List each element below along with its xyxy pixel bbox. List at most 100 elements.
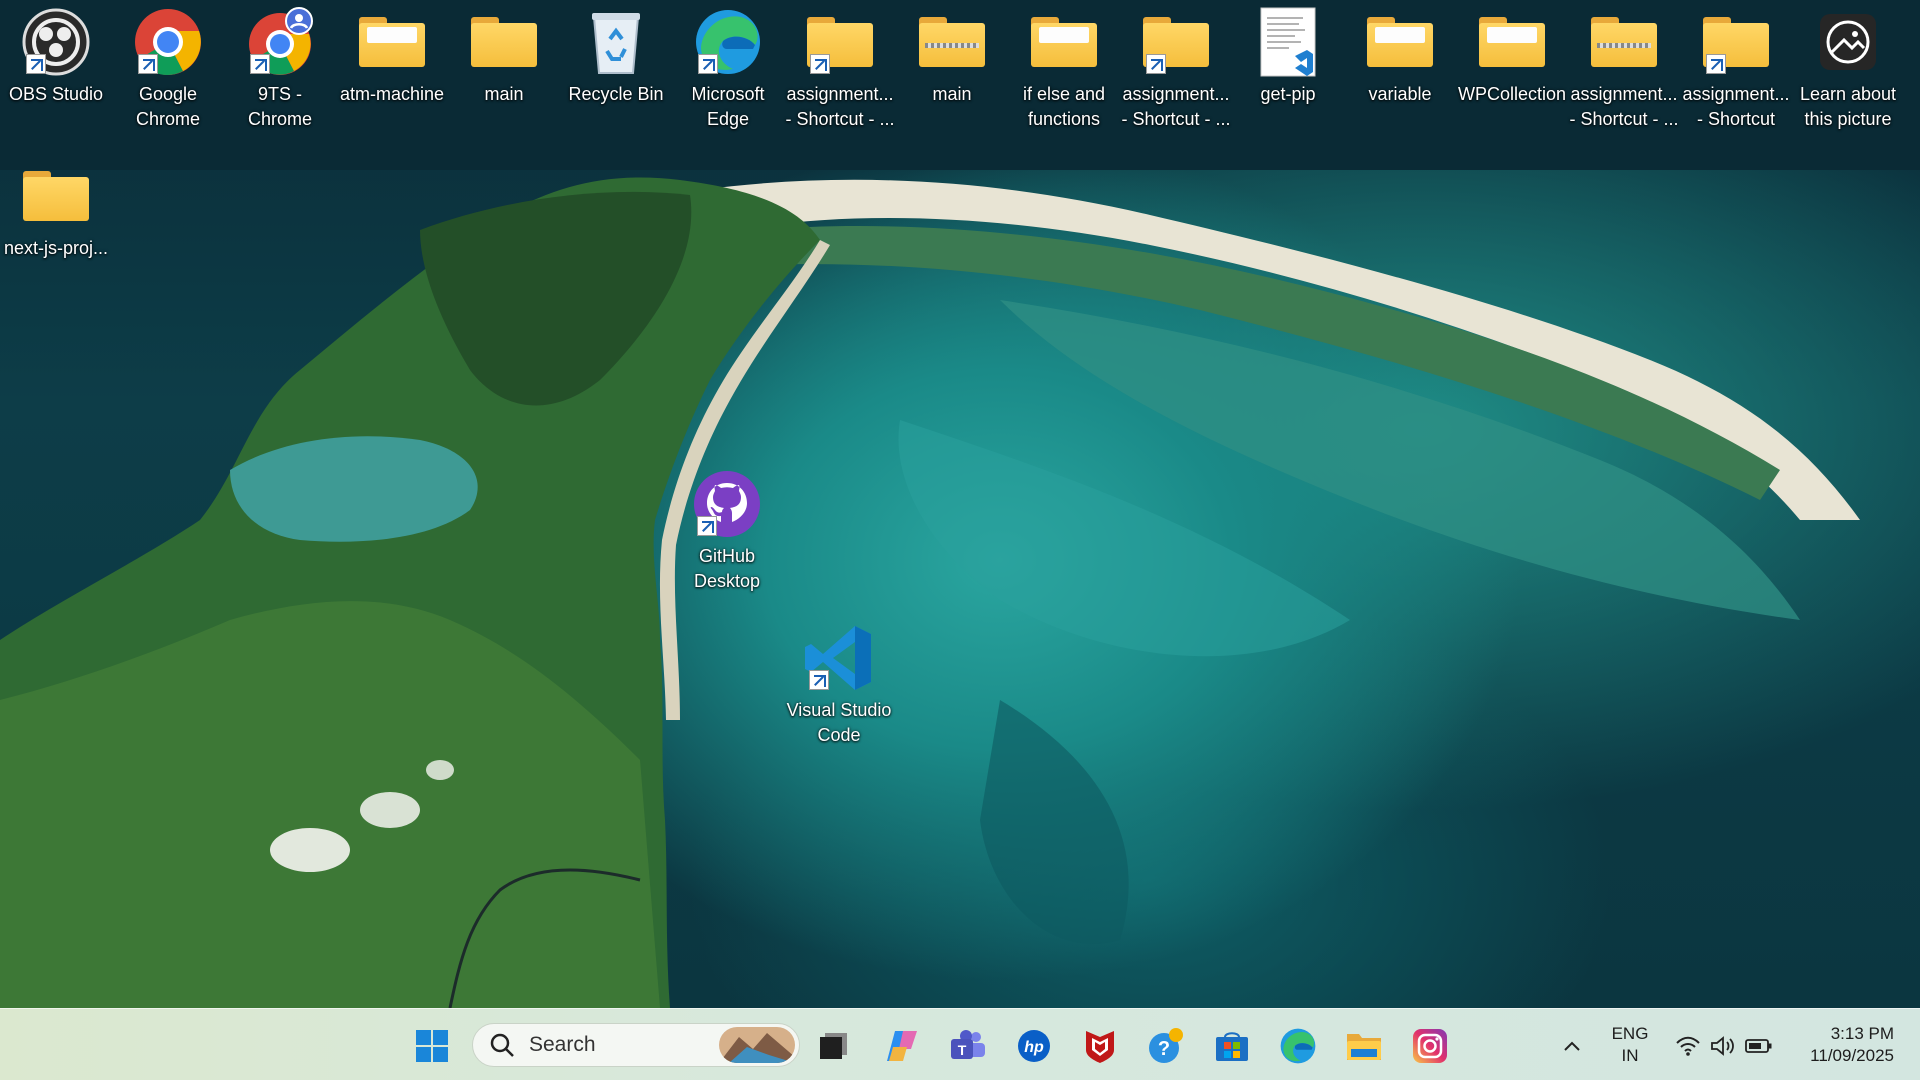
desktop-icon-main-zip[interactable]: main [898,4,1006,107]
desktop-icon-label: main [932,84,972,104]
desktop-icon-microsoft-edge[interactable]: Microsoft Edge [674,4,782,132]
clock-time: 3:13 PM [1830,1024,1894,1043]
task-view-icon [820,1033,847,1059]
clock-date: 11/09/2025 [1810,1046,1894,1065]
hp-button[interactable]: hp [1012,1025,1056,1067]
language-region: IN [1621,1046,1639,1065]
folder-icon [354,4,430,80]
zip-folder-icon [914,4,990,80]
desktop-icon-label: if else and functions [1022,84,1106,129]
shortcut-arrow-icon [138,54,158,74]
edge-icon [690,4,766,80]
desktop-icon-visual-studio-code[interactable]: Visual Studio Code [785,620,893,748]
obs-icon [18,4,94,80]
search-icon [489,1032,515,1058]
chrome-profile-icon [242,4,318,80]
teams-button[interactable]: T [946,1025,990,1067]
desktop-icon-label: OBS Studio [8,84,104,104]
desktop-icon-label: WPCollection [1457,84,1567,104]
desktop-icon-assignment-shortcut-2[interactable]: assignment... - Shortcut - ... [1121,4,1231,132]
taskbar-search-box[interactable]: Search [472,1023,800,1067]
folder-shortcut-icon [1698,4,1774,80]
desktop-icon-assignment-shortcut-1[interactable]: assignment... - Shortcut - ... [785,4,895,132]
vscode-icon [801,620,877,696]
shortcut-arrow-icon [810,54,830,74]
shortcut-arrow-icon [1706,54,1726,74]
mcafee-button[interactable] [1078,1025,1122,1067]
desktop-icon-learn-about-picture[interactable]: Learn about this picture [1794,4,1902,132]
shortcut-arrow-icon [26,54,46,74]
desktop-icon-github-desktop[interactable]: GitHub Desktop [673,466,781,594]
svg-text:hp: hp [1024,1039,1044,1056]
shortcut-arrow-icon [697,516,717,536]
desktop-icon-label: atm-machine [339,84,445,104]
battery-icon [1745,1039,1772,1053]
wifi-icon [1676,1036,1700,1056]
desktop-icon-label: next-js-proj... [3,238,109,258]
desktop-icon-main-folder[interactable]: main [450,4,558,107]
desktop-wallpaper [0,0,1920,1008]
desktop-icon-label: main [484,84,524,104]
language-indicator[interactable]: ENG IN [1602,1023,1658,1067]
copilot-button[interactable] [880,1025,924,1067]
search-highlight-image [719,1027,795,1063]
desktop-icon-if-else-functions[interactable]: if else and functions [1010,4,1118,132]
shortcut-arrow-icon [250,54,270,74]
volume-icon [1711,1036,1734,1056]
desktop-icon-google-chrome[interactable]: Google Chrome [114,4,222,132]
language-code: ENG [1611,1024,1649,1043]
shortcut-arrow-icon [698,54,718,74]
zip-folder-icon [1586,4,1662,80]
svg-text:T: T [958,1042,967,1058]
desktop-icon-label: variable [1368,84,1432,104]
desktop-icon-label: get-pip [1260,84,1316,104]
desktop-icon-variable[interactable]: variable [1346,4,1454,107]
desktop-icon-recycle-bin[interactable]: Recycle Bin [562,4,670,107]
folder-icon [1474,4,1550,80]
spotlight-icon [1810,4,1886,80]
desktop-icon-get-pip[interactable]: get-pip [1234,4,1342,107]
shortcut-arrow-icon [809,670,829,690]
taskbar: Search T hp ? ENG IN 3:13 PM 11/09/2025 [0,1008,1920,1080]
start-button[interactable] [410,1025,454,1067]
get-help-button[interactable]: ? [1144,1025,1188,1067]
desktop-icon-label: Learn about this picture [1799,84,1897,129]
hp-icon: hp [1018,1030,1050,1062]
desktop-icon-label: assignment... - Shortcut [1682,84,1790,129]
desktop-icon-9ts-chrome[interactable]: 9TS - Chrome [226,4,334,132]
recycle-bin-icon [578,4,654,80]
desktop-icon-label: assignment... - Shortcut - ... [785,84,895,129]
desktop-icon-label: assignment... - Shortcut - ... [1569,84,1679,129]
copilot-icon [887,1031,917,1061]
microsoft-store-button[interactable] [1210,1025,1254,1067]
desktop-icon-next-js-proj[interactable]: next-js-proj... [2,158,110,261]
instagram-icon [1413,1029,1447,1063]
desktop-icon-obs-studio[interactable]: OBS Studio [2,4,110,107]
desktop-icon-label: Microsoft Edge [691,84,765,129]
desktop-icon-label: Recycle Bin [568,84,664,104]
folder-icon [18,158,94,234]
task-view-button[interactable] [812,1025,856,1067]
python-file-icon [1250,4,1326,80]
github-icon [689,466,765,542]
show-hidden-icons-button[interactable] [1554,1025,1590,1067]
desktop-icon-atm-machine[interactable]: atm-machine [338,4,446,107]
desktop-icon-wpcollection[interactable]: WPCollection [1458,4,1566,107]
folder-shortcut-icon [802,4,878,80]
clock[interactable]: 3:13 PM 11/09/2025 [1790,1023,1894,1067]
file-explorer-button[interactable] [1342,1025,1386,1067]
file-explorer-icon [1347,1034,1381,1060]
desktop-icon-label: GitHub Desktop [693,546,761,591]
shortcut-arrow-icon [1146,54,1166,74]
folder-icon [1362,4,1438,80]
desktop-icon-assignment-shortcut-3[interactable]: assignment... - Shortcut - ... [1569,4,1679,132]
edge-icon [1280,1028,1316,1064]
desktop-icon-assignment-shortcut-4[interactable]: assignment... - Shortcut [1682,4,1790,132]
store-icon [1216,1032,1248,1061]
folder-shortcut-icon [1138,4,1214,80]
desktop-icon-label: assignment... - Shortcut - ... [1121,84,1231,129]
instagram-button[interactable] [1408,1025,1452,1067]
network-volume-battery-button[interactable] [1670,1025,1778,1067]
edge-taskbar-button[interactable] [1276,1025,1320,1067]
teams-icon: T [951,1030,985,1059]
